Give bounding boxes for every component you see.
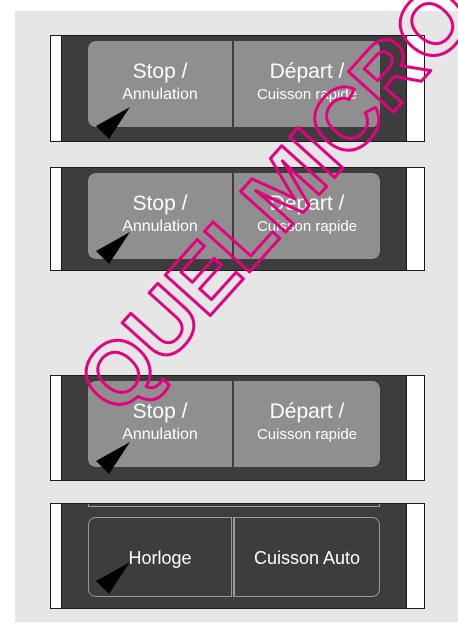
panel-edge-right (406, 36, 424, 141)
stop-cancel-button[interactable]: Stop / Annulation (88, 41, 232, 127)
cancel-label: Annulation (122, 426, 198, 443)
panel-edge-left (51, 168, 62, 270)
stop-label: Stop / (132, 400, 188, 423)
stop-cancel-button[interactable]: Stop / Annulation (88, 381, 232, 467)
control-panel-1: Stop / Annulation Départ / Cuisson rapid… (50, 35, 425, 142)
quick-cook-label: Cuisson rapide (256, 426, 358, 443)
panel-edge-right (406, 504, 424, 608)
cancel-label: Annulation (122, 86, 198, 103)
auto-cook-label: Cuisson Auto (253, 548, 361, 568)
panel-edge-left (51, 376, 62, 480)
start-label: Départ / (269, 60, 345, 83)
start-label: Départ / (269, 192, 345, 215)
quick-cook-label: Cuisson rapide (256, 86, 358, 103)
clock-button[interactable]: Horloge (88, 517, 232, 597)
quick-cook-label: Cuisson rapide (256, 218, 358, 235)
stop-label: Stop / (132, 60, 188, 83)
start-quick-cook-button[interactable]: Départ / Cuisson rapide (234, 381, 380, 467)
panel-edge-left (51, 36, 62, 141)
control-panel-3: Stop / Annulation Départ / Cuisson rapid… (50, 375, 425, 481)
cancel-label: Annulation (122, 218, 198, 235)
panel-edge-right (406, 168, 424, 270)
auto-cook-button[interactable]: Cuisson Auto (234, 517, 380, 597)
stop-cancel-button[interactable]: Stop / Annulation (88, 173, 232, 259)
panel-edge-right (406, 376, 424, 480)
stop-label: Stop / (132, 192, 188, 215)
start-quick-cook-button[interactable]: Départ / Cuisson rapide (234, 173, 380, 259)
control-panel-4: Horloge Cuisson Auto (50, 503, 425, 609)
upper-button-edge (88, 504, 380, 507)
clock-label: Horloge (128, 548, 192, 568)
control-panel-2: Stop / Annulation Départ / Cuisson rapid… (50, 167, 425, 271)
panel-edge-left (51, 504, 62, 608)
start-label: Départ / (269, 400, 345, 423)
start-quick-cook-button[interactable]: Départ / Cuisson rapide (234, 41, 380, 127)
